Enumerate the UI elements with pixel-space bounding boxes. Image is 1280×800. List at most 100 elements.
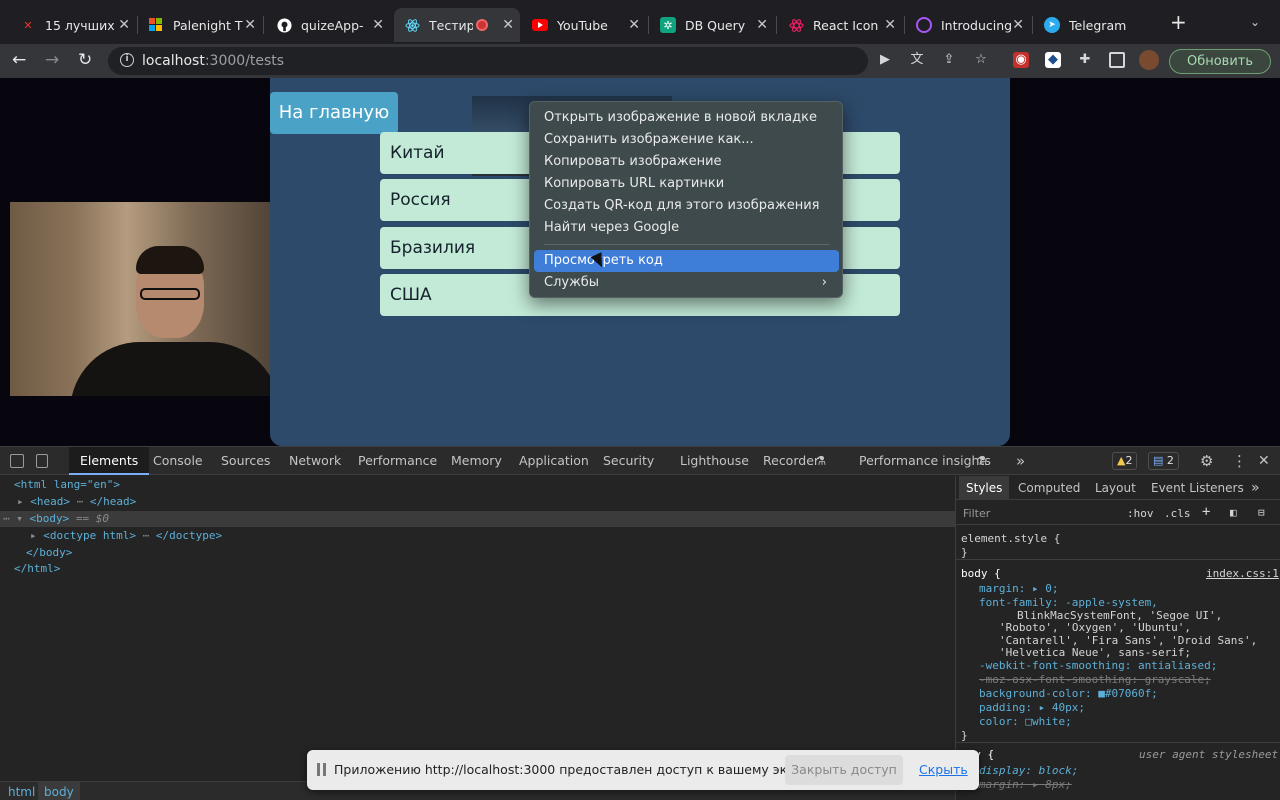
url-text[interactable]: localhost:3000/tests — [142, 53, 284, 69]
hover-state-toggle[interactable]: :hov — [1127, 507, 1154, 520]
devtools-panel: Elements Console Sources Network Perform… — [0, 446, 1280, 800]
camera-icon[interactable]: ▶ — [877, 52, 893, 68]
menu-item-save-image[interactable]: Сохранить изображение как... — [534, 129, 839, 151]
messages-badge[interactable]: ▤ 2 — [1148, 452, 1179, 470]
close-icon[interactable]: ✕ — [244, 17, 256, 33]
toggle-sidebar-icon[interactable]: ⊟ — [1258, 506, 1265, 519]
site-info-icon[interactable]: i — [120, 53, 134, 67]
devtools-tab-performance-insights[interactable]: Performance insights — [859, 447, 991, 475]
devtools-tab-console[interactable]: Console — [153, 447, 203, 475]
close-icon[interactable]: ✕ — [1012, 17, 1024, 33]
css-prop-margin[interactable]: margin: ▸ 0; — [979, 582, 1058, 595]
dom-node-doctype[interactable]: ▸ <doctype html> ⋯ </doctype> — [30, 528, 222, 544]
devtools-tab-security[interactable]: Security — [603, 447, 654, 475]
side-panel-icon[interactable] — [1109, 52, 1125, 68]
close-icon[interactable]: ✕ — [502, 17, 514, 33]
stylesheet-source-link[interactable]: index.css:1 — [1206, 567, 1279, 580]
tab-15-best[interactable]: ✕ 15 лучших ✕ — [10, 8, 136, 42]
message-icon: ▤ — [1153, 454, 1164, 467]
chevron-right-icon: › — [821, 275, 827, 290]
styles-tab-styles[interactable]: Styles — [959, 476, 1010, 500]
bookmark-star-icon[interactable]: ☆ — [973, 52, 989, 68]
close-devtools-icon[interactable]: ✕ — [1258, 447, 1270, 475]
devtools-tab-elements[interactable]: Elements — [69, 447, 150, 475]
devtools-tab-application[interactable]: Application — [519, 447, 589, 475]
browser-toolbar: ← → ↻ i localhost:3000/tests ▶ 文 ⇪ ☆ ◉ ◆… — [0, 44, 1280, 78]
more-tabs-icon[interactable]: » — [1016, 447, 1025, 475]
close-icon[interactable]: ✕ — [884, 17, 896, 33]
breadcrumb-html[interactable]: html — [2, 782, 41, 800]
tab-introducing[interactable]: Introducing ✕ — [906, 8, 1030, 42]
styles-tab-computed[interactable]: Computed — [1018, 476, 1080, 500]
close-icon[interactable]: ✕ — [756, 17, 768, 33]
breadcrumb-body[interactable]: body — [38, 782, 80, 800]
devtools-tab-network[interactable]: Network — [289, 447, 341, 475]
extensions-puzzle-icon[interactable]: ✚ — [1077, 52, 1093, 68]
css-value-font-family: 'Helvetica Neue', sans-serif; — [999, 646, 1192, 659]
styles-tab-event-listeners[interactable]: Event Listeners — [1151, 476, 1244, 500]
hide-banner-link[interactable]: Скрыть — [919, 750, 968, 790]
menu-item-copy-image[interactable]: Копировать изображение — [534, 151, 839, 173]
menu-item-services[interactable]: Службы › — [534, 272, 839, 294]
close-icon[interactable]: ✕ — [372, 17, 384, 33]
device-toggle-icon[interactable] — [36, 454, 48, 468]
dom-node-html-close: </html> — [14, 562, 61, 575]
menu-item-create-qr[interactable]: Создать QR-код для этого изображения — [534, 195, 839, 217]
back-arrow-icon[interactable]: ← — [12, 50, 26, 70]
tab-react-icons[interactable]: React Icon ✕ — [778, 8, 902, 42]
new-tab-button[interactable]: + — [1170, 12, 1187, 32]
devtools-tab-memory[interactable]: Memory — [451, 447, 502, 475]
class-toggle[interactable]: .cls — [1164, 507, 1191, 520]
css-prop-moz-smoothing[interactable]: -moz-osx-font-smoothing: grayscale; — [979, 673, 1211, 686]
warnings-badge[interactable]: ▲2 — [1112, 452, 1138, 470]
add-rule-icon[interactable]: + — [1202, 505, 1210, 519]
dom-node-body[interactable]: ⋯ ▾ <body> == $0 — [0, 511, 955, 527]
menu-item-inspect[interactable]: Просмотреть код — [534, 250, 839, 272]
tab-db-query[interactable]: ✲ DB Query ✕ — [650, 8, 774, 42]
react-icon — [404, 17, 420, 33]
extension-box-icon[interactable]: ◆ — [1045, 52, 1061, 68]
css-prop-webkit-smoothing[interactable]: -webkit-font-smoothing: antialiased; — [979, 659, 1217, 672]
css-prop-background-color[interactable]: background-color: ■#07060f; — [979, 687, 1158, 700]
dom-node-head[interactable]: ▸ <head> ⋯ </head> — [17, 494, 136, 510]
share-icon[interactable]: ⇪ — [941, 52, 957, 68]
github-icon — [276, 17, 292, 33]
tab-palenight[interactable]: Palenight T ✕ — [138, 8, 262, 42]
tab-active-test[interactable]: Тестир ✕ — [394, 8, 520, 42]
reload-icon[interactable]: ↻ — [78, 50, 92, 70]
devtools-tab-recorder[interactable]: Recorder — [763, 447, 819, 475]
home-button[interactable]: На главную — [270, 92, 398, 134]
styles-tab-layout[interactable]: Layout — [1095, 476, 1136, 500]
settings-gear-icon[interactable]: ⚙ — [1200, 447, 1213, 475]
devtools-tab-lighthouse[interactable]: Lighthouse — [680, 447, 749, 475]
menu-item-open-image-new-tab[interactable]: Открыть изображение в новой вкладке — [534, 107, 839, 129]
css-prop-color[interactable]: color: □white; — [979, 715, 1072, 728]
forward-arrow-icon[interactable]: → — [45, 50, 59, 70]
profile-avatar[interactable] — [1139, 50, 1159, 70]
close-icon[interactable]: ✕ — [628, 17, 640, 33]
tab-youtube[interactable]: YouTube ✕ — [522, 8, 646, 42]
tab-search-chevron-icon[interactable]: ⌄ — [1250, 15, 1260, 29]
translate-icon[interactable]: 文 — [909, 52, 925, 68]
close-icon[interactable]: ✕ — [118, 17, 130, 33]
css-prop-padding[interactable]: padding: ▸ 40px; — [979, 701, 1085, 714]
devtools-tab-sources[interactable]: Sources — [221, 447, 270, 475]
more-panes-icon[interactable]: » — [1251, 476, 1260, 500]
paint-bucket-icon[interactable]: ◧ — [1230, 506, 1237, 519]
styles-filter-input[interactable]: Filter — [963, 507, 990, 520]
inspect-element-icon[interactable] — [10, 454, 24, 468]
update-button[interactable]: Обновить — [1169, 49, 1271, 74]
stop-sharing-button[interactable]: Закрыть доступ — [785, 755, 903, 785]
tab-title: React Icon — [813, 17, 879, 33]
tab-quizeapp[interactable]: quizeApp- ✕ — [266, 8, 390, 42]
menu-item-search-google[interactable]: Найти через Google — [534, 217, 839, 239]
tab-title: Telegram — [1069, 17, 1127, 33]
menu-item-copy-image-url[interactable]: Копировать URL картинки — [534, 173, 839, 195]
css-prop-font-family[interactable]: font-family: -apple-system, — [979, 596, 1158, 609]
extension-red-icon[interactable]: ◉ — [1013, 52, 1029, 68]
address-bar[interactable]: i localhost:3000/tests — [108, 47, 868, 75]
tab-telegram[interactable]: ➤ Telegram — [1034, 8, 1158, 42]
devtools-tab-performance[interactable]: Performance — [358, 447, 437, 475]
more-options-icon[interactable]: ⋮ — [1232, 447, 1247, 475]
dom-node-html[interactable]: <html lang="en"> — [14, 477, 120, 493]
